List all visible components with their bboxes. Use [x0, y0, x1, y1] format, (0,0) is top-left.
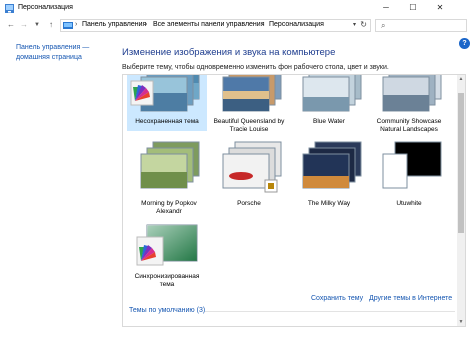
- address-dropdown-chevron-icon[interactable]: ▾: [353, 21, 356, 28]
- scroll-down-arrow-icon[interactable]: ▼: [457, 319, 465, 325]
- theme-color-fan-icon: [130, 80, 154, 106]
- forward-arrow-icon[interactable]: →: [19, 19, 29, 31]
- blue-water-theme-preview: [302, 75, 362, 112]
- theme-label: Blue Water: [313, 118, 345, 125]
- synchronized-theme-preview: [136, 224, 198, 266]
- theme-item-utuwhite[interactable]: Utuwhite: [369, 138, 449, 208]
- milky-way-theme-preview: [302, 141, 362, 189]
- porsche-theme-preview: [222, 141, 282, 193]
- theme-label: Синхронизированная тема: [134, 273, 200, 288]
- theme-item-unsaved[interactable]: Несохраненная тема: [127, 75, 207, 131]
- theme-label: Beautiful Queensland by Tracie Louise: [213, 118, 285, 133]
- up-arrow-icon[interactable]: ↑: [46, 19, 56, 31]
- theme-label: Morning by Popkov Alexandr: [141, 200, 197, 215]
- close-button[interactable]: ✕: [427, 0, 453, 17]
- breadcrumb-all-items[interactable]: Все элементы панели управления: [153, 21, 264, 28]
- morning-theme-preview: [140, 141, 200, 189]
- theme-item-milky-way[interactable]: The Milky Way: [289, 138, 369, 208]
- more-themes-online-link[interactable]: Другие темы в Интернете: [369, 295, 452, 302]
- back-arrow-icon[interactable]: ←: [6, 19, 16, 31]
- theme-item-blue-water[interactable]: Blue Water: [289, 75, 369, 129]
- theme-item-community-showcase[interactable]: Community Showcase Natural Landscapes: [369, 75, 449, 133]
- search-icon: ⌕: [381, 21, 386, 30]
- title-bar: Персонализация ─ ☐ ✕: [0, 0, 474, 17]
- minimize-button[interactable]: ─: [373, 0, 399, 17]
- theme-gallery: Несохраненная тема Beautiful Queensland …: [122, 74, 466, 327]
- gallery-scrollbar[interactable]: ▲ ▼: [457, 75, 465, 326]
- scrollbar-thumb[interactable]: [458, 93, 464, 233]
- theme-item-queensland[interactable]: Beautiful Queensland by Tracie Louise: [209, 75, 289, 133]
- personalization-app-icon: [5, 4, 14, 13]
- theme-label: Utuwhite: [396, 200, 422, 207]
- address-bar[interactable]: › Панель управления › Все элементы панел…: [60, 19, 371, 32]
- breadcrumb-personalization[interactable]: Персонализация: [269, 21, 324, 28]
- theme-label: Community Showcase Natural Landscapes: [376, 118, 442, 133]
- section-divider: [205, 311, 455, 312]
- utuwhite-theme-preview: [382, 141, 442, 189]
- window-title: Персонализация: [18, 4, 73, 11]
- theme-label: Porsche: [237, 200, 261, 207]
- default-themes-section-label[interactable]: Темы по умолчанию (3): [129, 307, 205, 314]
- navigation-bar: ← → ▼ ↑ › Панель управления › Все элемен…: [0, 17, 474, 34]
- page-subtitle: Выберите тему, чтобы одновременно измени…: [122, 64, 389, 71]
- theme-item-porsche[interactable]: Porsche: [209, 138, 289, 208]
- maximize-button[interactable]: ☐: [400, 0, 426, 17]
- community-showcase-theme-preview: [382, 75, 442, 112]
- theme-item-morning[interactable]: Morning by Popkov Alexandr: [129, 138, 209, 216]
- queensland-theme-preview: [222, 75, 282, 112]
- breadcrumb-separator[interactable]: ›: [145, 21, 147, 28]
- sidebar-home-link[interactable]: Панель управления — домашняя страница: [16, 43, 106, 63]
- page-title: Изменение изображения и звука на компьют…: [122, 47, 336, 58]
- breadcrumb-control-panel[interactable]: Панель управления: [82, 21, 146, 28]
- search-input[interactable]: ⌕: [375, 19, 467, 32]
- help-icon[interactable]: ?: [459, 38, 470, 49]
- theme-label: The Milky Way: [307, 200, 351, 207]
- refresh-icon[interactable]: ↻: [360, 20, 367, 29]
- save-theme-link[interactable]: Сохранить тему: [311, 295, 363, 302]
- breadcrumb-separator: ›: [75, 21, 78, 28]
- control-panel-icon: [63, 22, 73, 29]
- scroll-up-arrow-icon[interactable]: ▲: [457, 76, 465, 82]
- breadcrumb-separator[interactable]: ›: [261, 21, 263, 28]
- recent-locations-chevron-icon[interactable]: ▼: [32, 19, 42, 31]
- theme-item-synchronized[interactable]: Синхронизированная тема: [127, 223, 207, 299]
- theme-label: Несохраненная тема: [135, 118, 199, 125]
